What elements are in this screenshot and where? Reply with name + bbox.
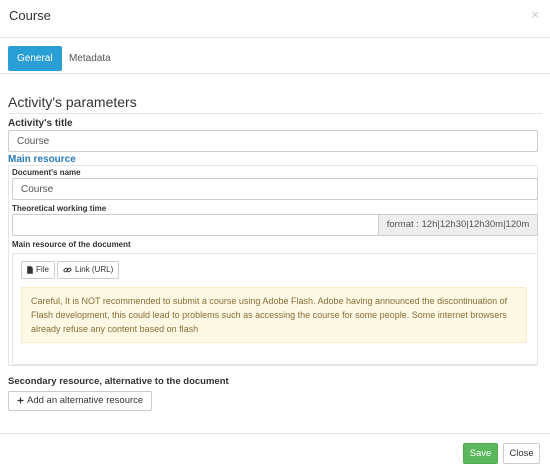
tab-general[interactable]: General (8, 46, 62, 71)
working-time-label: Theoretical working time (12, 204, 107, 213)
save-button[interactable]: Save (463, 443, 498, 464)
document-name-input[interactable] (12, 178, 538, 200)
plus-icon (17, 397, 24, 404)
activity-title-input[interactable] (8, 130, 538, 152)
file-icon (27, 266, 33, 274)
working-time-format-hint: format : 12h|12h30|12h30m|120m (378, 214, 538, 236)
section-title: Activity's parameters (8, 94, 137, 110)
document-name-label: Document's name (12, 168, 81, 177)
close-button[interactable]: Close (503, 443, 540, 464)
flash-warning-alert: Careful, It is NOT recommended to submit… (21, 287, 527, 343)
modal-header: Course × (0, 0, 550, 38)
document-resource-label: Main resource of the document (12, 240, 131, 249)
add-alternative-resource-button[interactable]: Add an alternative resource (8, 391, 153, 411)
link-button-label: Link (URL) (75, 265, 114, 274)
activity-title-label: Activity's title (8, 118, 73, 129)
modal-title: Course (9, 8, 51, 23)
file-button-label: File (36, 265, 49, 274)
file-button[interactable]: File (21, 261, 55, 279)
link-button[interactable]: Link (URL) (57, 261, 120, 279)
section-divider (8, 113, 542, 114)
secondary-resource-label: Secondary resource, alternative to the d… (8, 376, 229, 387)
main-resource-heading: Main resource (8, 154, 76, 165)
add-alternative-resource-label: Add an alternative resource (27, 395, 144, 406)
working-time-input[interactable] (12, 214, 379, 236)
close-icon[interactable]: × (531, 8, 539, 21)
tab-metadata[interactable]: Metadata (60, 46, 120, 71)
footer-divider (0, 433, 550, 434)
link-icon (63, 267, 72, 273)
tab-bar: General Metadata (0, 38, 550, 74)
